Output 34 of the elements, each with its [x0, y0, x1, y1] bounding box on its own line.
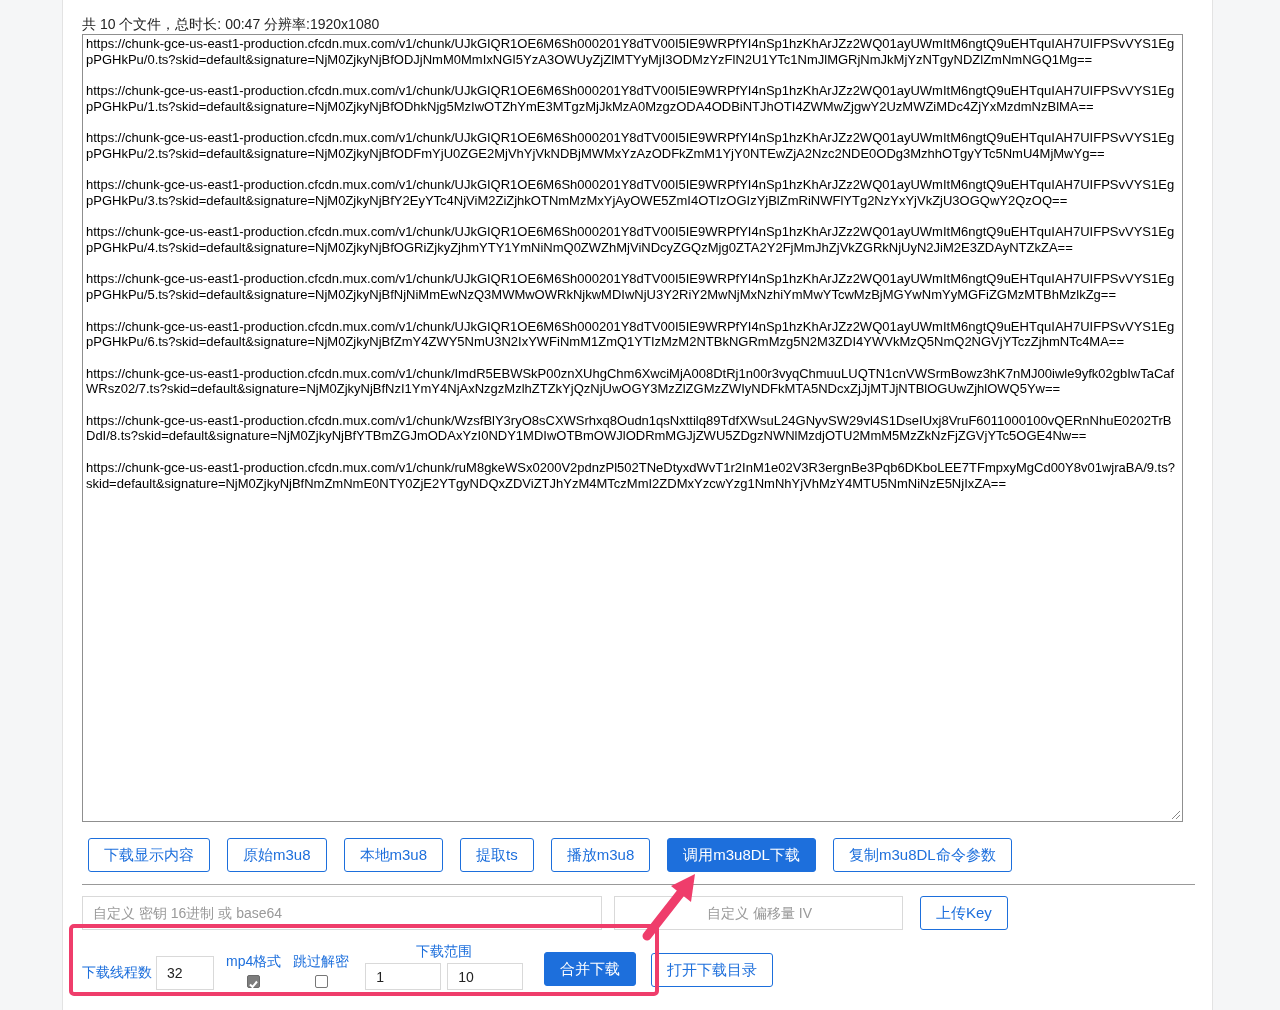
file-summary: 共 10 个文件，总时长: 00:47 分辨率:1920x1080: [82, 15, 381, 34]
pointer-arrow: [642, 874, 695, 941]
url-text: https://chunk-gce-us-east1-production.cfcdn.mux.com/v1/chunk/WzsfBlY3ryO8sCXWSrhxq8Oudn1qsNxttilq89TdfXWsuL24GNyvSW29vl4S1DseIUxj8VruF6011000100vQERnNhuE0202TrBDdI/8.ts?skid=default&signature=NjM0ZjkyNjBfYTBmZGJmODAxYzI0NDY1MDIwOTBmOWJlODRmMGJjZWU5ZDgzNWNlMzdjOTU2MmM5MzZkNzFjZGVjYTc5OGE4Nw==: [86, 412, 1173, 445]
checkbox[interactable]: [314, 975, 328, 988]
url-text: https://chunk-gce-us-east1-production.cfcdn.mux.com/v1/chunk/ruM8gkeWSx0200V2pdnzPl502TNeDtyxdWvT1r2InM1e02V3R3ergnBe3Pqb6DKboLEE7TFmpxyMgCd00Y8v01wjraBA/9.ts?skid=default&signature=NjM0ZjkyNjBfNmZmNmE0NTY0ZjE2YTgyNDQxZDViZTJhYzM4MTczMmI2ZDMxYzcwYzg1NmNhYjVhMzY4MTU5NmNiNzE5NjIxZA==: [86, 459, 1176, 492]
url-text: https://chunk-gce-us-east1-production.cfcdn.mux.com/v1/chunk/UJkGIQR1OE6M6Sh000201Y8dTV00I5IE9WRPfYI4nSp1hzKhArJZz2WQ01ayUWmItM6ngtQ9uEHTquIAH7UIFPSvVYS1EgpPGHkPu/6.ts?skid=default&signature=NjM0ZjkyNjBfZmY4ZWY5NmU3N2IxYWFiNmM1ZmQ1YTIzMzM2NTBkNGRmMzg5N2M3ZDI4YWVkMzQ5NmQ2NGVjYTczZjhmNTc4MA==: [86, 318, 1176, 350]
thread-count-field[interactable]: 32: [156, 956, 214, 990]
url-text: https://chunk-gce-us-east1-production.cfcdn.mux.com/v1/chunk/UJkGIQR1OE6M6Sh000201Y8dTV00I5IE9WRPfYI4nSp1hzKhArJZz2WQ01ayUWmItM6ngtQ9uEHTquIAH7UIFPSvVYS1EgpPGHkPu/2.ts?skid=default&signature=NjM0ZjkyNjBfODFmYjU0ZGE2MjVhYjVkNDBjMWMxYzAzODFkZmM1YjY0NTEwZjA2Nzc2NDE0ODg3MzhhOTgyYTc5NmU4MjMwYg==: [86, 130, 1176, 162]
iv-input-field[interactable]: 自定义 偏移量 IV: [614, 896, 903, 930]
action-button[interactable]: 提取ts: [460, 838, 534, 872]
action-button[interactable]: 下载显示内容: [88, 838, 210, 872]
url-text: https://chunk-gce-us-east1-production.cfcdn.mux.com/v1/chunk/UJkGIQR1OE6M6Sh000201Y8dTV00I5IE9WRPfYI4nSp1hzKhArJZz2WQ01ayUWmItM6ngtQ9uEHTquIAH7UIFPSvVYS1EgpPGHkPu/1.ts?skid=default&signature=NjM0ZjkyNjBfODhkNjg5MzIwOTZhYmE3MTgzMjJkMzA0MzgzODA4ODBiNTJhOTI4ZWMwZjgwY2UzMWZiMDc4ZjYxMzdmNzBlMA==: [86, 83, 1176, 115]
range-end-field[interactable]: 10: [447, 963, 524, 990]
action-button[interactable]: 调用m3u8DL下载: [667, 838, 816, 872]
open-folder-button[interactable]: 打开下载目录: [651, 953, 774, 987]
merge-download-button[interactable]: 合并下载: [544, 952, 637, 986]
url-text: https://chunk-gce-us-east1-production.cfcdn.mux.com/v1/chunk/ImdR5EBWSkP00znXUhgChm6XwciMjA008DtRj1n00r3vyqChmuuLUQTN1cnVWSrmBowz3hK7nMJ00iwle9yfk02gbIwTaCafWRsz02/7.ts?skid=default&signature=NjM0ZjkyNjBfNzI1YmY4NjAxNzgzMzlhZTZkYjQzNjUwOGY3MzZlZGMzZWIyNDFkMTA5NDcxZjJjMTJjNTBlOGUwZjhlOWQ5Yw==: [86, 365, 1176, 398]
resize-grip-icon[interactable]: [1171, 810, 1181, 820]
url-text: https://chunk-gce-us-east1-production.cfcdn.mux.com/v1/chunk/UJkGIQR1OE6M6Sh000201Y8dTV00I5IE9WRPfYI4nSp1hzKhArJZz2WQ01ayUWmItM6ngtQ9uEHTquIAH7UIFPSvVYS1EgpPGHkPu/3.ts?skid=default&signature=NjM0ZjkyNjBfY2EyYTc4NjViM2ZiZjhkOTNmMzMxYjAyOWE5ZmI4OTIzOGIzYjBlZmRiNWFlYTg2NzYxYjVkZjU3OGQwY2QzOQ==: [86, 177, 1176, 209]
mp4-format-label: mp4格式: [226, 953, 282, 971]
url-text: https://chunk-gce-us-east1-production.cfcdn.mux.com/v1/chunk/UJkGIQR1OE6M6Sh000201Y8dTV00I5IE9WRPfYI4nSp1hzKhArJZz2WQ01ayUWmItM6ngtQ9uEHTquIAH7UIFPSvVYS1EgpPGHkPu/4.ts?skid=default&signature=NjM0ZjkyNjBfOGRiZjkyZjhmYTY1YmNiNmQ0ZWZhMjViNDcyZGQzMjg0ZTA2Y2FjMmJhZjVkZGRkNjUyN2JiM2E3ZDAyNTZkZA==: [86, 224, 1176, 256]
action-button[interactable]: 复制m3u8DL命令参数: [832, 838, 1012, 872]
url-text: https://chunk-gce-us-east1-production.cfcdn.mux.com/v1/chunk/UJkGIQR1OE6M6Sh000201Y8dTV00I5IE9WRPfYI4nSp1hzKhArJZz2WQ01ayUWmItM6ngtQ9uEHTquIAH7UIFPSvVYS1EgpPGHkPu/5.ts?skid=default&signature=NjM0ZjkyNjBfNjNiMmEwNzQ3MWMwOWRkNjkwMDIwNjU3Y2RiY2MwNjMxNzhiYmMwYTcwMzBjMGYwNmYyMGFiZGMzMTBhMzlkZg==: [86, 271, 1176, 303]
skip-decrypt-label: 跳过解密: [293, 953, 350, 971]
url-list-area[interactable]: [82, 34, 1183, 822]
action-button[interactable]: 播放m3u8: [550, 838, 651, 872]
upload-key-button[interactable]: 上传Key: [920, 896, 1008, 930]
action-button[interactable]: 原始m3u8: [227, 838, 327, 872]
range-start-field[interactable]: 1: [365, 963, 442, 990]
checkbox[interactable]: [247, 975, 261, 988]
url-text: https://chunk-gce-us-east1-production.cfcdn.mux.com/v1/chunk/UJkGIQR1OE6M6Sh000201Y8dTV00I5IE9WRPfYI4nSp1hzKhArJZz2WQ01ayUWmItM6ngtQ9uEHTquIAH7UIFPSvVYS1EgpPGHkPu/0.ts?skid=default&signature=NjM0ZjkyNjBfODJjNmM0MmIxNGI5YzA3OWUyZjZlMTYyMjI3ODMzYzFlN2U1YTc1NmJlMGRjNmJkMjYzNTgyNDZlZmNmNGQ1Mg==: [86, 36, 1176, 68]
action-button[interactable]: 本地m3u8: [343, 838, 444, 872]
download-range-label: 下载范围: [416, 943, 473, 961]
thread-count-label: 下载线程数: [82, 964, 152, 982]
